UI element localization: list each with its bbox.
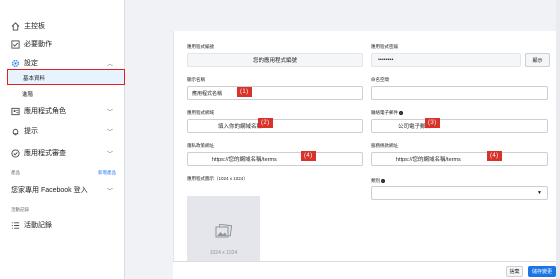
info-icon[interactable]: i [381,178,385,183]
form-footer: 捨棄 儲存變更 [173,261,560,279]
basic-settings-form: 應用程式編號 您的應用程式編號 應用程式密鑰 •••••••• 顯示 顯示名稱 … [173,31,560,269]
display-name-input[interactable]: 應用程式名稱 [187,86,363,100]
annotation-2: (2) [258,118,273,128]
app-secret-label: 應用程式密鑰 [371,44,398,49]
app-domain-value: 填入你的網域名稱 [218,124,263,130]
annotation-4b: (4) [487,151,502,161]
checklist-icon [11,39,20,49]
category-label-text: 類別 [371,178,380,183]
sidebar-subitem-label: 進階 [22,92,34,98]
products-header: 產品 [11,170,20,175]
sidebar-item-app-review[interactable]: 應用程式審查 ﹀ [0,147,125,159]
list-icon [11,221,20,230]
sidebar-item-label: 設定 [24,60,38,67]
discard-button[interactable]: 捨棄 [506,266,523,277]
dropdown-arrow-icon: ▼ [537,190,542,196]
app-domain-input[interactable]: 填入你的網域名稱 [187,119,363,133]
annotation-3: (3) [425,118,440,128]
sidebar-item-label: 活動記錄 [24,222,52,229]
chevron-down-icon: ﹀ [106,109,113,116]
sidebar-item-label: 必要動作 [24,41,52,48]
gear-icon [11,59,20,68]
app-icon-upload[interactable]: 1024 x 1024 [187,196,260,269]
sidebar-item-app-roles[interactable]: 應用程式角色 ﹀ [0,105,125,117]
app-secret-value: •••••••• [378,57,394,63]
app-icon-label: 應用程式圖示（1024 x 1024） [187,176,248,181]
sidebar-subitem-label: 基本資料 [23,76,46,82]
shield-check-icon [11,148,20,158]
chevron-down-icon: ﹀ [106,188,113,195]
privacy-url-label: 隱私政策網址 [187,143,214,148]
info-icon[interactable]: i [399,110,403,115]
sidebar-item-required-actions[interactable]: 必要動作 [0,38,125,50]
namespace-label: 命名空間 [371,77,389,82]
app-id-label: 應用程式編號 [187,44,214,49]
sidebar-item-settings[interactable]: 設定 ︿ [0,57,125,69]
sidebar-item-label: 提示 [24,128,38,135]
category-select[interactable]: ▼ [371,186,548,200]
contact-email-label-text: 聯絡電子郵件 [371,110,398,115]
contact-email-input[interactable]: 公司電子郵件 [371,119,548,133]
privacy-url-input[interactable]: https://您的網域名稱/terms [187,152,363,166]
sidebar-item-label: 應用程式審查 [24,150,66,157]
sidebar-subitem-basic[interactable]: 基本資料 [7,69,125,85]
terms-url-label: 服務條款網址 [371,143,398,148]
display-name-value: 應用程式名稱 [192,90,223,97]
sidebar-subitem-advanced[interactable]: 進階 [0,90,125,98]
activity-header: 活動記錄 [11,207,29,212]
sidebar-item-dashboard[interactable]: 主控板 [0,20,125,32]
home-icon [11,21,20,31]
save-changes-button[interactable]: 儲存變更 [528,266,556,277]
image-placeholder-icon [215,224,232,238]
chevron-up-icon: ︿ [106,61,113,68]
namespace-input[interactable] [371,86,548,100]
app-icon-size-caption: 1024 x 1024 [209,250,238,256]
sidebar-item-label: 您家專用 Facebook 登入 [11,187,88,194]
category-label: 類別 i [371,178,385,184]
roles-icon [11,107,20,116]
app-domain-label: 應用程式網域 [187,110,214,115]
terms-url-value: https://您的網域名稱/terms [396,157,461,163]
sidebar-item-activity-log[interactable]: 活動記錄 [0,219,125,231]
bell-icon [11,127,20,136]
annotation-4a: (4) [301,151,316,161]
page-scrollbar[interactable] [556,0,560,279]
sidebar-item-fb-login[interactable]: 您家專用 Facebook 登入 ﹀ [0,184,125,196]
sidebar: 主控板 必要動作 設定 ︿ 基本資料 進階 應用程式角色 ﹀ 提示 ﹀ 應用程式… [0,0,125,279]
show-secret-button[interactable]: 顯示 [525,53,550,67]
sidebar-item-alerts[interactable]: 提示 ﹀ [0,125,125,137]
chevron-down-icon: ﹀ [106,151,113,158]
app-id-value: 您的應用程式編號 [252,58,297,64]
contact-email-label: 聯絡電子郵件 i [371,110,403,116]
terms-url-input[interactable]: https://您的網域名稱/terms [371,152,548,166]
display-name-label: 顯示名稱 [187,77,205,82]
app-id-field[interactable]: 您的應用程式編號 [187,53,363,67]
chevron-down-icon: ﹀ [106,129,113,136]
annotation-1: (1) [237,87,252,97]
add-product-link[interactable]: 新增產品 [98,170,116,176]
sidebar-item-label: 主控板 [24,23,45,30]
privacy-url-value: https://您的網域名稱/terms [212,157,277,163]
app-secret-field[interactable]: •••••••• [371,53,521,67]
sidebar-item-label: 應用程式角色 [24,108,66,115]
